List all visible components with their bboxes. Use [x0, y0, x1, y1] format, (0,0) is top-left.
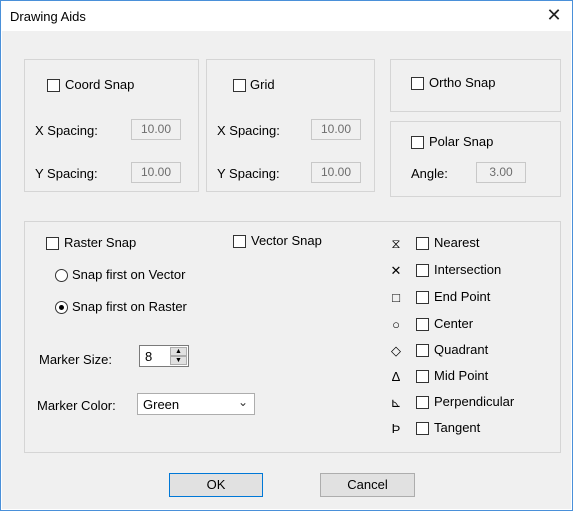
coord-snap-label: Coord Snap	[65, 77, 135, 92]
center-checkbox[interactable]	[416, 318, 429, 331]
quadrant-icon: ◇	[391, 343, 401, 358]
tangent-label: Tangent	[434, 420, 481, 435]
end-point-checkbox[interactable]	[416, 291, 429, 304]
osnap-row-intersection[interactable]: ✕ Intersection	[389, 261, 549, 281]
polar-snap-group: Polar Snap Angle: 3.00	[390, 121, 561, 197]
grid-checkbox[interactable]	[233, 79, 246, 92]
grid-label: Grid	[250, 77, 275, 92]
mid-point-icon: Δ	[391, 369, 401, 384]
dialog-client: Coord Snap X Spacing: 10.00 Y Spacing: 1…	[2, 31, 571, 509]
coord-snap-checkbox[interactable]	[47, 79, 60, 92]
mid-point-checkbox[interactable]	[416, 370, 429, 383]
ortho-snap-group: Ortho Snap	[390, 59, 561, 112]
window-title: Drawing Aids	[10, 9, 86, 24]
drawing-aids-dialog: Drawing Aids ✕ Coord Snap X Spacing: 10.…	[0, 0, 573, 511]
snap-first-raster-radio[interactable]	[55, 301, 68, 314]
quadrant-label: Quadrant	[434, 342, 489, 357]
osnap-row-end-point[interactable]: □ End Point	[389, 288, 549, 308]
osnap-row-center[interactable]: ○ Center	[389, 315, 549, 335]
marker-size-value: 8	[145, 349, 153, 364]
object-snap-list: ⧖ Nearest ✕ Intersection □ End Point ○ C…	[389, 234, 559, 449]
coord-y-spacing-field[interactable]: 10.00	[131, 162, 181, 183]
perpendicular-icon: ⊾	[390, 395, 402, 410]
spin-up-icon[interactable]: ▲	[170, 347, 187, 356]
end-point-label: End Point	[434, 289, 491, 304]
coord-snap-group: Coord Snap X Spacing: 10.00 Y Spacing: 1…	[24, 59, 199, 192]
vector-snap-label: Vector Snap	[251, 233, 322, 248]
title-bar: Drawing Aids ✕	[1, 1, 572, 31]
center-label: Center	[434, 316, 474, 331]
marker-size-spinner[interactable]: 8 ▲ ▼	[139, 345, 189, 367]
grid-group: Grid X Spacing: 10.00 Y Spacing: 10.00	[206, 59, 375, 192]
intersection-checkbox[interactable]	[416, 264, 429, 277]
grid-x-spacing-field[interactable]: 10.00	[311, 119, 361, 140]
marker-size-label: Marker Size:	[39, 352, 112, 367]
snap-first-vector-radio[interactable]	[55, 269, 68, 282]
raster-snap-label: Raster Snap	[64, 235, 137, 250]
marker-color-select[interactable]: Green ⌄	[137, 393, 255, 415]
chevron-down-icon: ⌄	[237, 395, 248, 409]
osnap-row-quadrant[interactable]: ◇ Quadrant	[389, 341, 549, 361]
osnap-row-perpendicular[interactable]: ⊾ Perpendicular	[389, 393, 549, 413]
close-icon[interactable]: ✕	[544, 5, 564, 25]
center-icon: ○	[392, 317, 400, 332]
marker-color-label: Marker Color:	[37, 398, 116, 413]
vector-snap-checkbox[interactable]	[233, 235, 246, 248]
mid-point-label: Mid Point	[434, 368, 489, 383]
osnap-row-mid-point[interactable]: Δ Mid Point	[389, 367, 549, 387]
end-point-icon: □	[392, 290, 400, 305]
grid-x-spacing-label: X Spacing:	[217, 123, 280, 138]
radio-selected-dot	[59, 305, 64, 310]
perpendicular-label: Perpendicular	[434, 394, 515, 409]
polar-angle-label: Angle:	[411, 166, 448, 181]
polar-snap-checkbox[interactable]	[411, 136, 424, 149]
coord-y-spacing-label: Y Spacing:	[35, 166, 98, 181]
nearest-checkbox[interactable]	[416, 237, 429, 250]
grid-y-spacing-label: Y Spacing:	[217, 166, 280, 181]
spin-down-icon[interactable]: ▼	[170, 356, 187, 365]
grid-y-spacing-field[interactable]: 10.00	[311, 162, 361, 183]
tangent-icon: Ϸ	[391, 421, 401, 436]
raster-snap-checkbox[interactable]	[46, 237, 59, 250]
nearest-label: Nearest	[434, 235, 480, 250]
marker-color-value: Green	[143, 397, 180, 412]
quadrant-checkbox[interactable]	[416, 344, 429, 357]
osnap-row-tangent[interactable]: Ϸ Tangent	[389, 419, 549, 439]
tangent-checkbox[interactable]	[416, 422, 429, 435]
coord-x-spacing-field[interactable]: 10.00	[131, 119, 181, 140]
polar-angle-field[interactable]: 3.00	[476, 162, 526, 183]
ortho-snap-label: Ortho Snap	[429, 75, 496, 90]
snap-first-vector-label: Snap first on Vector	[72, 267, 186, 282]
perpendicular-checkbox[interactable]	[416, 396, 429, 409]
polar-snap-label: Polar Snap	[429, 134, 494, 149]
nearest-icon: ⧖	[391, 236, 401, 251]
ok-button[interactable]: OK	[169, 473, 263, 497]
snap-first-raster-label: Snap first on Raster	[72, 299, 187, 314]
ortho-snap-checkbox[interactable]	[411, 77, 424, 90]
coord-x-spacing-label: X Spacing:	[35, 123, 98, 138]
osnap-row-nearest[interactable]: ⧖ Nearest	[389, 234, 549, 254]
snap-options-group: Raster Snap Vector Snap Snap first on Ve…	[24, 221, 561, 453]
intersection-icon: ✕	[390, 263, 402, 278]
intersection-label: Intersection	[434, 262, 502, 277]
cancel-button[interactable]: Cancel	[320, 473, 415, 497]
